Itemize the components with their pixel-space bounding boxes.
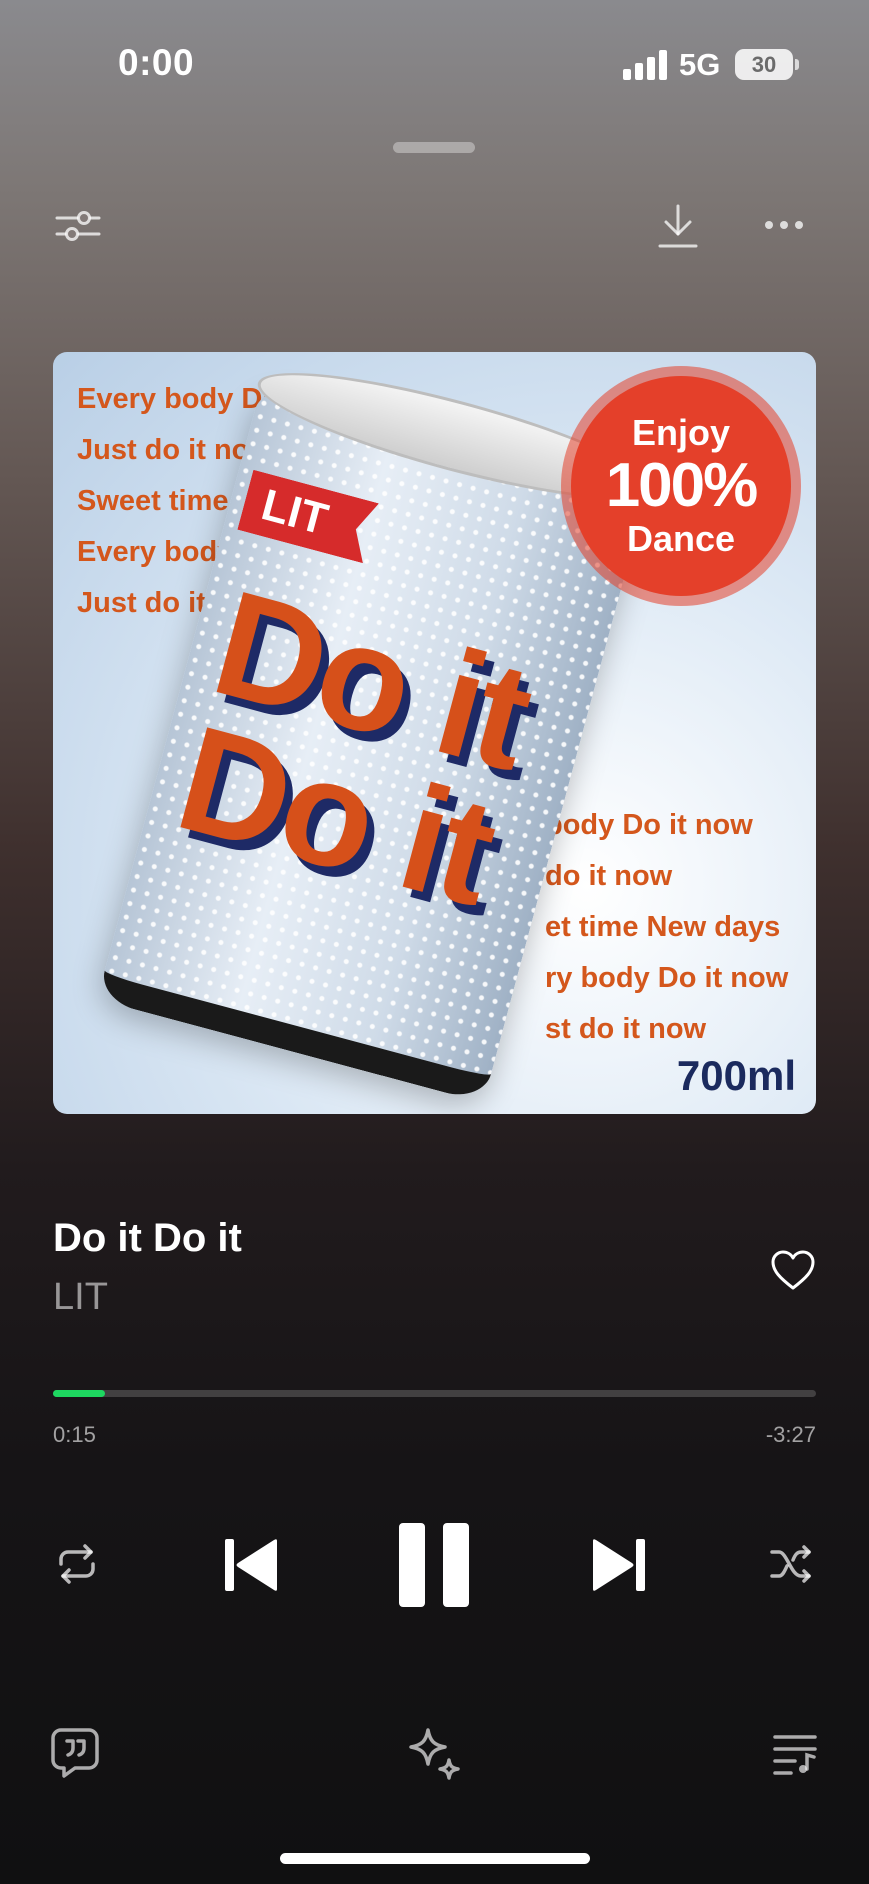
more-icon[interactable] [762, 212, 806, 238]
track-title: Do it Do it [53, 1216, 242, 1260]
queue-icon[interactable] [772, 1732, 818, 1776]
remaining-time: -3:27 [765, 1422, 816, 1447]
previous-icon[interactable] [222, 1537, 280, 1593]
sparkle-icon[interactable] [408, 1727, 462, 1781]
lyrics-icon[interactable] [50, 1727, 100, 1779]
battery-level: 30 [751, 52, 777, 77]
track-artist[interactable]: LIT [53, 1276, 108, 1319]
album-artwork: Every body Do it Just do it now Sweet ti… [53, 352, 816, 1114]
sheet-grabber[interactable] [393, 142, 475, 153]
elapsed-time: 0:15 [53, 1422, 96, 1447]
home-indicator[interactable] [280, 1853, 590, 1864]
download-icon[interactable] [654, 200, 702, 252]
repeat-icon[interactable] [54, 1541, 100, 1587]
battery-nub [795, 59, 799, 70]
sliders-icon[interactable] [52, 204, 104, 248]
status-bar: 0:00 5G 30 [0, 0, 869, 110]
progress-fill [53, 1390, 105, 1397]
can-title: Do it Do it [162, 557, 545, 937]
artwork-volume: 700ml [676, 1052, 796, 1099]
can-label: LIT [237, 470, 379, 564]
pause-icon[interactable] [396, 1523, 472, 1607]
artwork-lyrics-right: body Do it now do it now et time New day… [545, 809, 789, 1045]
artwork-badge: Enjoy 100% Dance [571, 376, 791, 596]
network-type: 5G [679, 47, 721, 82]
progress-bar[interactable] [53, 1390, 816, 1397]
shuffle-icon[interactable] [768, 1542, 814, 1586]
status-time: 0:00 [118, 42, 195, 83]
next-icon[interactable] [590, 1537, 648, 1593]
heart-icon[interactable] [768, 1247, 818, 1293]
cellular-signal-icon [623, 50, 667, 80]
battery-icon: 30 [735, 49, 793, 80]
